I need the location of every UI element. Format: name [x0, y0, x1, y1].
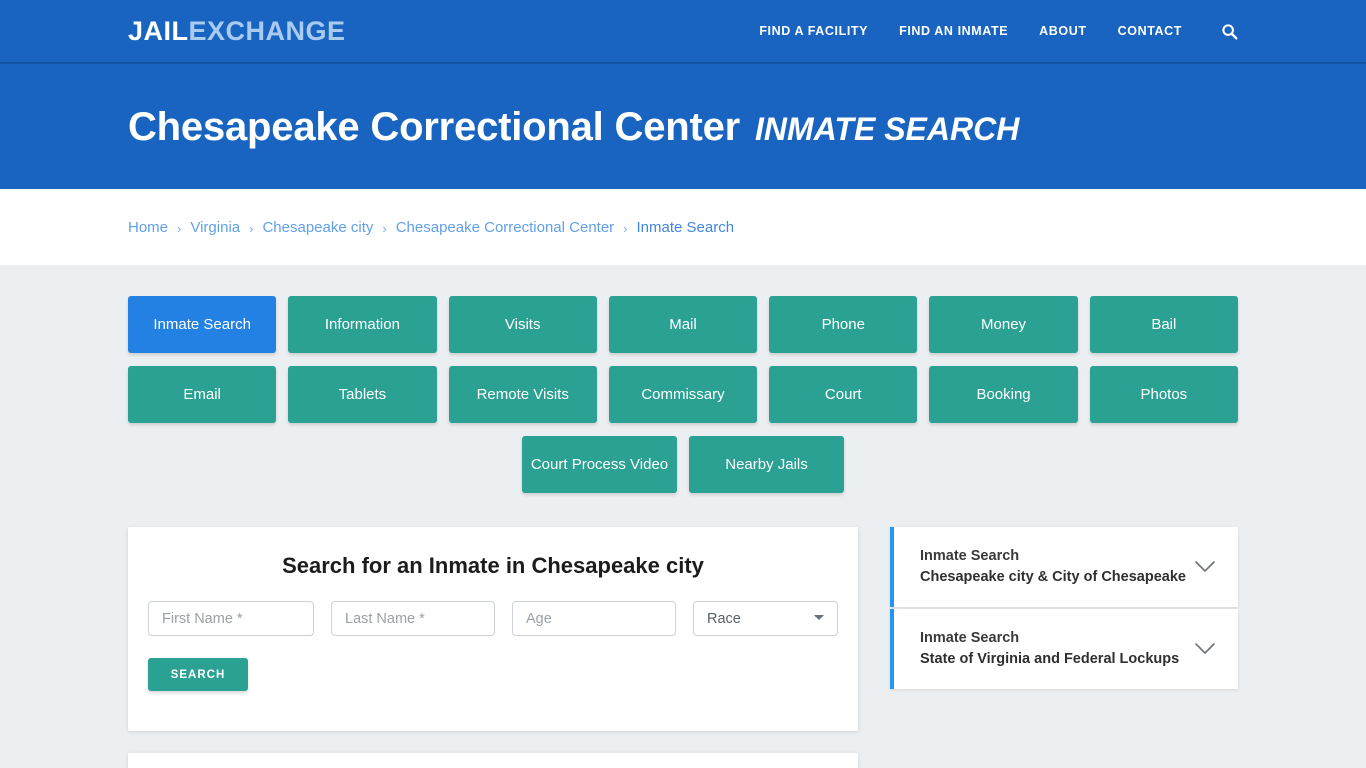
nav-item-find-an-inmate[interactable]: FIND AN INMATE — [899, 24, 1008, 38]
breadcrumb-separator-icon: › — [623, 220, 628, 236]
tab-visits[interactable]: Visits — [448, 296, 597, 353]
facility-tabs-row-3: Court Process Video Nearby Jails — [128, 436, 1238, 493]
main-content: Inmate Search Information Visits Mail Ph… — [0, 265, 1366, 768]
tab-phone[interactable]: Phone — [769, 296, 918, 353]
accordion-item-state-search[interactable]: Inmate Search State of Virginia and Fede… — [890, 609, 1238, 690]
breadcrumb-bar: Home › Virginia › Chesapeake city › Ches… — [0, 189, 1366, 265]
logo-text-jail: JAIL — [128, 15, 189, 46]
race-select[interactable]: Race — [693, 601, 838, 636]
breadcrumb-item-virginia[interactable]: Virginia — [190, 219, 240, 236]
tab-booking[interactable]: Booking — [929, 366, 1078, 423]
accordion-item-subtitle: Chesapeake city & City of Chesapeake — [920, 569, 1186, 586]
last-name-input[interactable] — [331, 601, 495, 636]
tab-court-process-video[interactable]: Court Process Video — [522, 436, 677, 493]
tab-information[interactable]: Information — [288, 296, 437, 353]
tab-mail[interactable]: Mail — [608, 296, 758, 353]
tab-commissary[interactable]: Commissary — [608, 366, 758, 423]
secondary-content-card — [128, 753, 858, 768]
accordion-item-subtitle: State of Virginia and Federal Lockups — [920, 651, 1180, 668]
accordion-item-title: Inmate Search — [920, 630, 1020, 647]
inmate-search-card: Search for an Inmate in Chesapeake city … — [128, 527, 858, 731]
tab-tablets[interactable]: Tablets — [288, 366, 437, 423]
breadcrumb: Home › Virginia › Chesapeake city › Ches… — [128, 219, 734, 236]
nav-item-about[interactable]: ABOUT — [1039, 24, 1086, 38]
breadcrumb-separator-icon: › — [382, 220, 387, 236]
tab-court[interactable]: Court — [769, 366, 918, 423]
search-heading: Search for an Inmate in Chesapeake city — [282, 553, 704, 578]
breadcrumb-separator-icon: › — [177, 220, 182, 236]
tab-money[interactable]: Money — [929, 296, 1078, 353]
search-submit-button[interactable]: SEARCH — [148, 658, 248, 691]
page-hero-band: Chesapeake Correctional Center INMATE SE… — [0, 64, 1366, 189]
accordion-item-title: Inmate Search — [920, 548, 1020, 564]
breadcrumb-item-current: Inmate Search — [636, 218, 735, 236]
accordion-item-county-search[interactable]: Inmate Search Chesapeake city & City of … — [890, 527, 1238, 608]
breadcrumb-item-home[interactable]: Home — [128, 219, 168, 236]
related-searches-column: Inmate Search Chesapeake city & City of … — [890, 527, 1238, 690]
breadcrumb-item-chesapeake-city[interactable]: Chesapeake city — [262, 219, 373, 236]
primary-nav: FIND A FACILITY FIND AN INMATE ABOUT CON… — [759, 22, 1238, 40]
search-icon[interactable] — [1220, 22, 1238, 40]
search-column: Search for an Inmate in Chesapeake city … — [128, 527, 858, 768]
tab-nearby-jails[interactable]: Nearby Jails — [689, 436, 844, 493]
tab-photos[interactable]: Photos — [1089, 366, 1238, 423]
facility-tabs-row-2: Email Tablets Remote Visits Commissary C… — [128, 366, 1238, 423]
page-title: Chesapeake Correctional Center — [128, 104, 741, 149]
first-name-input[interactable] — [148, 601, 314, 636]
search-fields: Race — [148, 601, 838, 636]
logo-text-exchange: EXCHANGE — [188, 15, 346, 46]
age-input[interactable] — [512, 601, 676, 636]
tab-remote-visits[interactable]: Remote Visits — [448, 366, 597, 423]
chevron-down-icon[interactable] — [1194, 560, 1216, 574]
page-title-suffix: INMATE SEARCH — [755, 110, 1020, 147]
facility-tabs-row-1: Inmate Search Information Visits Mail Ph… — [128, 296, 1238, 353]
tab-inmate-search[interactable]: Inmate Search — [128, 296, 277, 353]
nav-item-contact[interactable]: CONTACT — [1118, 24, 1182, 38]
breadcrumb-separator-icon: › — [249, 220, 254, 236]
chevron-down-icon[interactable] — [1194, 642, 1216, 656]
nav-item-find-a-facility[interactable]: FIND A FACILITY — [759, 24, 868, 38]
breadcrumb-item-facility[interactable]: Chesapeake Correctional Center — [396, 219, 614, 236]
site-logo[interactable]: JAILEXCHANGE — [128, 15, 346, 46]
top-navigation-bar: JAILEXCHANGE FIND A FACILITY FIND AN INM… — [0, 0, 1366, 64]
tab-email[interactable]: Email — [128, 366, 277, 423]
tab-bail[interactable]: Bail — [1089, 296, 1238, 353]
